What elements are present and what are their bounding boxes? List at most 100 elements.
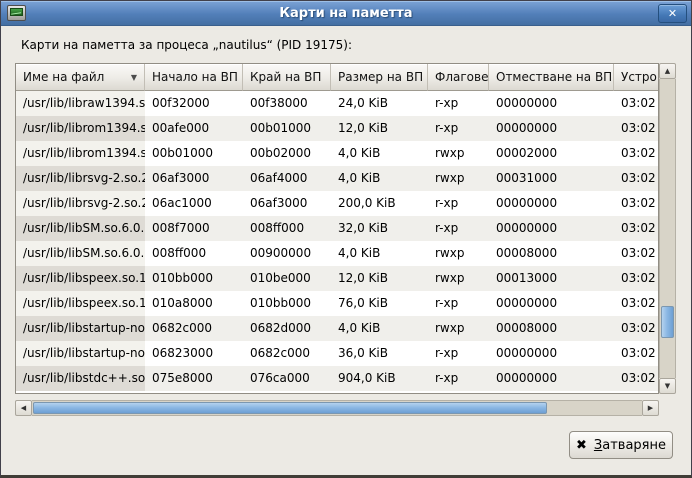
vertical-scrollbar-trough[interactable]	[659, 79, 676, 378]
arrow-right-icon: ▶	[648, 404, 653, 412]
table-cell: rwxp	[428, 141, 489, 166]
table-row[interactable]: /usr/lib/librom1394.s00b0100000b020004,0…	[16, 141, 658, 166]
horizontal-scrollbar[interactable]: ◀ ▶	[15, 400, 659, 416]
table-cell: 00b01000	[145, 141, 243, 166]
column-header[interactable]: Флагове	[428, 64, 489, 91]
sort-arrow-icon: ▼	[131, 73, 137, 82]
table-cell: 4,0 KiB	[331, 316, 428, 341]
table-row[interactable]: /usr/lib/libstartup-not0682c0000682d0004…	[16, 316, 658, 341]
horizontal-scrollbar-trough[interactable]	[32, 400, 642, 416]
close-x-icon: ✖	[576, 438, 587, 453]
table-cell: /usr/lib/libSM.so.6.0.0	[16, 216, 145, 241]
table-cell: 76,0 KiB	[331, 291, 428, 316]
scroll-down-button[interactable]: ▼	[659, 378, 676, 394]
table-cell: 03:02	[614, 316, 659, 341]
table-cell: 4,0 KiB	[331, 166, 428, 191]
scroll-up-button[interactable]: ▲	[659, 63, 676, 79]
table-row[interactable]: /usr/lib/libspeex.so.1010bb000010be00012…	[16, 266, 658, 291]
table-cell: 200,0 KiB	[331, 191, 428, 216]
arrow-up-icon: ▲	[665, 67, 670, 75]
table-body: /usr/lib/libraw1394.s00f3200000f3800024,…	[16, 91, 658, 391]
table-cell: 12,0 KiB	[331, 116, 428, 141]
table-cell: /usr/lib/libraw1394.s	[16, 91, 145, 116]
column-header[interactable]: Устро	[614, 64, 659, 91]
column-header[interactable]: Отместване на ВП	[489, 64, 614, 91]
close-dialog-button[interactable]: ✖ Затваряне	[569, 431, 673, 459]
table-row[interactable]: /usr/lib/libspeex.so.1010a8000010bb00076…	[16, 291, 658, 316]
table-cell: 008ff000	[145, 241, 243, 266]
table-cell: 0682c000	[145, 316, 243, 341]
column-header[interactable]: Край на ВП	[243, 64, 331, 91]
table-cell: 00008000	[489, 316, 614, 341]
table-header-row: Име на файл▼ Начало на ВП Край на ВП Размер…	[16, 64, 658, 91]
table-row[interactable]: /usr/lib/librom1394.s00afe00000b0100012,…	[16, 116, 658, 141]
table-cell: r-xp	[428, 216, 489, 241]
column-header-label: Начало на ВП	[152, 70, 238, 84]
close-button-label: Затваряне	[594, 438, 666, 453]
table-row[interactable]: /usr/lib/libstartup-not068230000682c0003…	[16, 341, 658, 366]
table-cell: /usr/lib/libstartup-not	[16, 316, 145, 341]
table-cell: 24,0 KiB	[331, 91, 428, 116]
table-cell: 010a8000	[145, 291, 243, 316]
table-row[interactable]: /usr/lib/libSM.so.6.0.0008f7000008ff0003…	[16, 216, 658, 241]
table-cell: 010bb000	[145, 266, 243, 291]
system-monitor-icon	[7, 5, 26, 21]
table-row[interactable]: /usr/lib/libstdc++.so.075e8000076ca00090…	[16, 366, 658, 391]
table-cell: /usr/lib/librsvg-2.so.2	[16, 166, 145, 191]
table-cell: rwxp	[428, 241, 489, 266]
table-row[interactable]: /usr/lib/libSM.so.6.0.0008ff000009000004…	[16, 241, 658, 266]
table-cell: 904,0 KiB	[331, 366, 428, 391]
table-cell: 00000000	[489, 116, 614, 141]
table-cell: 06af4000	[243, 166, 331, 191]
column-header[interactable]: Начало на ВП	[145, 64, 243, 91]
table-cell: 075e8000	[145, 366, 243, 391]
column-header-label: Отместване на ВП	[496, 70, 612, 84]
vertical-scrollbar[interactable]: ▲ ▼	[659, 63, 676, 394]
table-cell: 00000000	[489, 216, 614, 241]
column-header[interactable]: Размер на ВП	[331, 64, 428, 91]
column-header[interactable]: Име на файл▼	[16, 64, 145, 91]
process-description-label: Карти на паметта за процеса „nautilus“ (…	[21, 38, 352, 52]
table-cell: 00000000	[489, 366, 614, 391]
table-cell: 00000000	[489, 91, 614, 116]
scroll-right-button[interactable]: ▶	[642, 400, 659, 416]
table-cell: 0682c000	[243, 341, 331, 366]
column-header-label: Флагове	[435, 70, 488, 84]
titlebar[interactable]: Карти на паметта ✕	[1, 1, 691, 26]
table-cell: r-xp	[428, 116, 489, 141]
horizontal-scrollbar-thumb[interactable]	[33, 402, 547, 414]
table-cell: 00013000	[489, 266, 614, 291]
table-cell: 00b01000	[243, 116, 331, 141]
table-cell: 00000000	[489, 341, 614, 366]
table-cell: 00afe000	[145, 116, 243, 141]
table-cell: r-xp	[428, 191, 489, 216]
table-row[interactable]: /usr/lib/librsvg-2.so.206af300006af40004…	[16, 166, 658, 191]
table-cell: rwxp	[428, 266, 489, 291]
table-cell: /usr/lib/libstartup-not	[16, 341, 145, 366]
table-cell: r-xp	[428, 291, 489, 316]
table-cell: /usr/lib/librsvg-2.so.2	[16, 191, 145, 216]
table-row[interactable]: /usr/lib/librsvg-2.so.206ac100006af30002…	[16, 191, 658, 216]
table-cell: 00008000	[489, 241, 614, 266]
table-cell: /usr/lib/libspeex.so.1	[16, 266, 145, 291]
vertical-scrollbar-thumb[interactable]	[661, 306, 674, 338]
table-cell: 00031000	[489, 166, 614, 191]
table-row[interactable]: /usr/lib/libraw1394.s00f3200000f3800024,…	[16, 91, 658, 116]
table-cell: 4,0 KiB	[331, 141, 428, 166]
scroll-left-button[interactable]: ◀	[15, 400, 32, 416]
table-cell: 00000000	[489, 291, 614, 316]
table-cell: 010bb000	[243, 291, 331, 316]
table-cell: 03:02	[614, 141, 659, 166]
column-header-label: Край на ВП	[250, 70, 321, 84]
column-header-label: Размер на ВП	[338, 70, 423, 84]
table-cell: 00b02000	[243, 141, 331, 166]
table-cell: 36,0 KiB	[331, 341, 428, 366]
table-cell: 06af3000	[145, 166, 243, 191]
table-cell: rwxp	[428, 316, 489, 341]
close-window-button[interactable]: ✕	[658, 4, 687, 23]
table-cell: 4,0 KiB	[331, 241, 428, 266]
table-cell: 03:02	[614, 291, 659, 316]
table-cell: 00002000	[489, 141, 614, 166]
table-cell: 03:02	[614, 91, 659, 116]
table-cell: 06ac1000	[145, 191, 243, 216]
